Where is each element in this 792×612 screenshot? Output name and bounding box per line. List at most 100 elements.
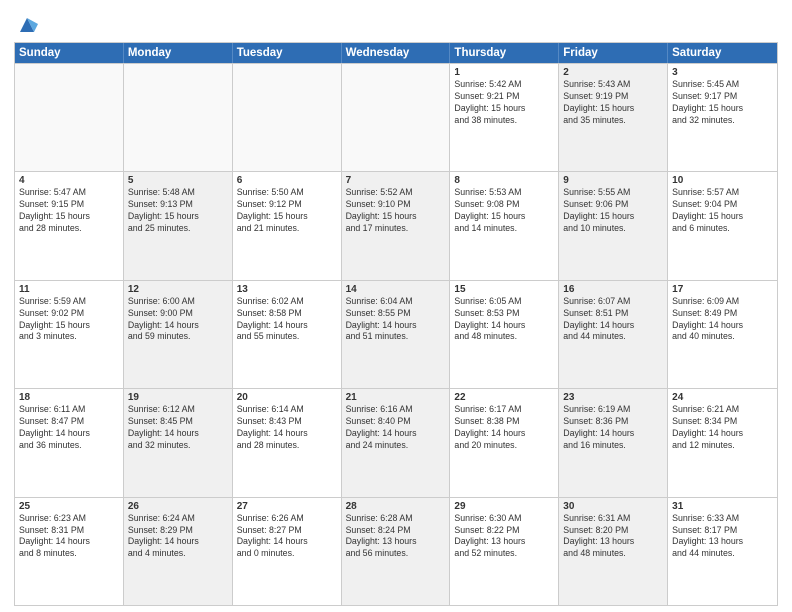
day-number: 22: [454, 392, 554, 403]
cell-info: Sunrise: 6:05 AM Sunset: 8:53 PM Dayligh…: [454, 296, 554, 344]
calendar-cell-day-8: 8Sunrise: 5:53 AM Sunset: 9:08 PM Daylig…: [450, 172, 559, 279]
header-day-wednesday: Wednesday: [342, 43, 451, 63]
day-number: 8: [454, 175, 554, 186]
day-number: 5: [128, 175, 228, 186]
cell-info: Sunrise: 6:24 AM Sunset: 8:29 PM Dayligh…: [128, 513, 228, 561]
cell-info: Sunrise: 5:48 AM Sunset: 9:13 PM Dayligh…: [128, 187, 228, 235]
cell-info: Sunrise: 5:55 AM Sunset: 9:06 PM Dayligh…: [563, 187, 663, 235]
day-number: 11: [19, 284, 119, 295]
day-number: 15: [454, 284, 554, 295]
calendar-cell-day-28: 28Sunrise: 6:28 AM Sunset: 8:24 PM Dayli…: [342, 498, 451, 605]
calendar-cell-day-12: 12Sunrise: 6:00 AM Sunset: 9:00 PM Dayli…: [124, 281, 233, 388]
logo-icon: [16, 14, 38, 36]
header-day-monday: Monday: [124, 43, 233, 63]
calendar-cell-empty: [124, 64, 233, 171]
calendar-header: SundayMondayTuesdayWednesdayThursdayFrid…: [15, 43, 777, 63]
calendar-cell-day-25: 25Sunrise: 6:23 AM Sunset: 8:31 PM Dayli…: [15, 498, 124, 605]
cell-info: Sunrise: 5:42 AM Sunset: 9:21 PM Dayligh…: [454, 79, 554, 127]
calendar-cell-day-31: 31Sunrise: 6:33 AM Sunset: 8:17 PM Dayli…: [668, 498, 777, 605]
cell-info: Sunrise: 6:16 AM Sunset: 8:40 PM Dayligh…: [346, 404, 446, 452]
day-number: 1: [454, 67, 554, 78]
day-number: 7: [346, 175, 446, 186]
cell-info: Sunrise: 6:02 AM Sunset: 8:58 PM Dayligh…: [237, 296, 337, 344]
calendar-cell-day-11: 11Sunrise: 5:59 AM Sunset: 9:02 PM Dayli…: [15, 281, 124, 388]
calendar-cell-day-13: 13Sunrise: 6:02 AM Sunset: 8:58 PM Dayli…: [233, 281, 342, 388]
calendar-cell-empty: [233, 64, 342, 171]
calendar-cell-day-17: 17Sunrise: 6:09 AM Sunset: 8:49 PM Dayli…: [668, 281, 777, 388]
calendar-cell-day-30: 30Sunrise: 6:31 AM Sunset: 8:20 PM Dayli…: [559, 498, 668, 605]
calendar-cell-empty: [342, 64, 451, 171]
day-number: 6: [237, 175, 337, 186]
cell-info: Sunrise: 5:52 AM Sunset: 9:10 PM Dayligh…: [346, 187, 446, 235]
cell-info: Sunrise: 6:31 AM Sunset: 8:20 PM Dayligh…: [563, 513, 663, 561]
calendar-body: 1Sunrise: 5:42 AM Sunset: 9:21 PM Daylig…: [15, 63, 777, 605]
day-number: 3: [672, 67, 773, 78]
calendar-cell-day-15: 15Sunrise: 6:05 AM Sunset: 8:53 PM Dayli…: [450, 281, 559, 388]
day-number: 2: [563, 67, 663, 78]
calendar-cell-day-18: 18Sunrise: 6:11 AM Sunset: 8:47 PM Dayli…: [15, 389, 124, 496]
day-number: 19: [128, 392, 228, 403]
calendar-cell-day-16: 16Sunrise: 6:07 AM Sunset: 8:51 PM Dayli…: [559, 281, 668, 388]
day-number: 17: [672, 284, 773, 295]
cell-info: Sunrise: 6:12 AM Sunset: 8:45 PM Dayligh…: [128, 404, 228, 452]
day-number: 12: [128, 284, 228, 295]
cell-info: Sunrise: 6:33 AM Sunset: 8:17 PM Dayligh…: [672, 513, 773, 561]
day-number: 20: [237, 392, 337, 403]
calendar-cell-day-7: 7Sunrise: 5:52 AM Sunset: 9:10 PM Daylig…: [342, 172, 451, 279]
calendar-row-0: 1Sunrise: 5:42 AM Sunset: 9:21 PM Daylig…: [15, 63, 777, 171]
cell-info: Sunrise: 6:14 AM Sunset: 8:43 PM Dayligh…: [237, 404, 337, 452]
day-number: 9: [563, 175, 663, 186]
header-day-friday: Friday: [559, 43, 668, 63]
header: [14, 10, 778, 36]
cell-info: Sunrise: 5:43 AM Sunset: 9:19 PM Dayligh…: [563, 79, 663, 127]
header-day-thursday: Thursday: [450, 43, 559, 63]
cell-info: Sunrise: 5:59 AM Sunset: 9:02 PM Dayligh…: [19, 296, 119, 344]
calendar-row-3: 18Sunrise: 6:11 AM Sunset: 8:47 PM Dayli…: [15, 388, 777, 496]
calendar: SundayMondayTuesdayWednesdayThursdayFrid…: [14, 42, 778, 606]
page: SundayMondayTuesdayWednesdayThursdayFrid…: [0, 0, 792, 612]
calendar-cell-day-4: 4Sunrise: 5:47 AM Sunset: 9:15 PM Daylig…: [15, 172, 124, 279]
day-number: 30: [563, 501, 663, 512]
cell-info: Sunrise: 6:07 AM Sunset: 8:51 PM Dayligh…: [563, 296, 663, 344]
cell-info: Sunrise: 6:17 AM Sunset: 8:38 PM Dayligh…: [454, 404, 554, 452]
cell-info: Sunrise: 6:09 AM Sunset: 8:49 PM Dayligh…: [672, 296, 773, 344]
logo: [14, 14, 38, 36]
cell-info: Sunrise: 5:45 AM Sunset: 9:17 PM Dayligh…: [672, 79, 773, 127]
day-number: 14: [346, 284, 446, 295]
calendar-cell-day-26: 26Sunrise: 6:24 AM Sunset: 8:29 PM Dayli…: [124, 498, 233, 605]
cell-info: Sunrise: 5:57 AM Sunset: 9:04 PM Dayligh…: [672, 187, 773, 235]
cell-info: Sunrise: 6:30 AM Sunset: 8:22 PM Dayligh…: [454, 513, 554, 561]
day-number: 16: [563, 284, 663, 295]
day-number: 23: [563, 392, 663, 403]
cell-info: Sunrise: 5:47 AM Sunset: 9:15 PM Dayligh…: [19, 187, 119, 235]
cell-info: Sunrise: 6:23 AM Sunset: 8:31 PM Dayligh…: [19, 513, 119, 561]
calendar-cell-day-5: 5Sunrise: 5:48 AM Sunset: 9:13 PM Daylig…: [124, 172, 233, 279]
day-number: 26: [128, 501, 228, 512]
calendar-cell-day-2: 2Sunrise: 5:43 AM Sunset: 9:19 PM Daylig…: [559, 64, 668, 171]
day-number: 25: [19, 501, 119, 512]
calendar-cell-day-19: 19Sunrise: 6:12 AM Sunset: 8:45 PM Dayli…: [124, 389, 233, 496]
cell-info: Sunrise: 6:00 AM Sunset: 9:00 PM Dayligh…: [128, 296, 228, 344]
cell-info: Sunrise: 6:11 AM Sunset: 8:47 PM Dayligh…: [19, 404, 119, 452]
day-number: 31: [672, 501, 773, 512]
calendar-cell-day-22: 22Sunrise: 6:17 AM Sunset: 8:38 PM Dayli…: [450, 389, 559, 496]
calendar-cell-day-6: 6Sunrise: 5:50 AM Sunset: 9:12 PM Daylig…: [233, 172, 342, 279]
calendar-cell-empty: [15, 64, 124, 171]
calendar-cell-day-1: 1Sunrise: 5:42 AM Sunset: 9:21 PM Daylig…: [450, 64, 559, 171]
header-day-tuesday: Tuesday: [233, 43, 342, 63]
day-number: 21: [346, 392, 446, 403]
cell-info: Sunrise: 5:53 AM Sunset: 9:08 PM Dayligh…: [454, 187, 554, 235]
header-day-saturday: Saturday: [668, 43, 777, 63]
calendar-cell-day-10: 10Sunrise: 5:57 AM Sunset: 9:04 PM Dayli…: [668, 172, 777, 279]
header-day-sunday: Sunday: [15, 43, 124, 63]
day-number: 4: [19, 175, 119, 186]
day-number: 27: [237, 501, 337, 512]
calendar-cell-day-9: 9Sunrise: 5:55 AM Sunset: 9:06 PM Daylig…: [559, 172, 668, 279]
day-number: 24: [672, 392, 773, 403]
day-number: 10: [672, 175, 773, 186]
cell-info: Sunrise: 6:28 AM Sunset: 8:24 PM Dayligh…: [346, 513, 446, 561]
calendar-cell-day-27: 27Sunrise: 6:26 AM Sunset: 8:27 PM Dayli…: [233, 498, 342, 605]
calendar-cell-day-3: 3Sunrise: 5:45 AM Sunset: 9:17 PM Daylig…: [668, 64, 777, 171]
calendar-cell-day-21: 21Sunrise: 6:16 AM Sunset: 8:40 PM Dayli…: [342, 389, 451, 496]
calendar-cell-day-23: 23Sunrise: 6:19 AM Sunset: 8:36 PM Dayli…: [559, 389, 668, 496]
